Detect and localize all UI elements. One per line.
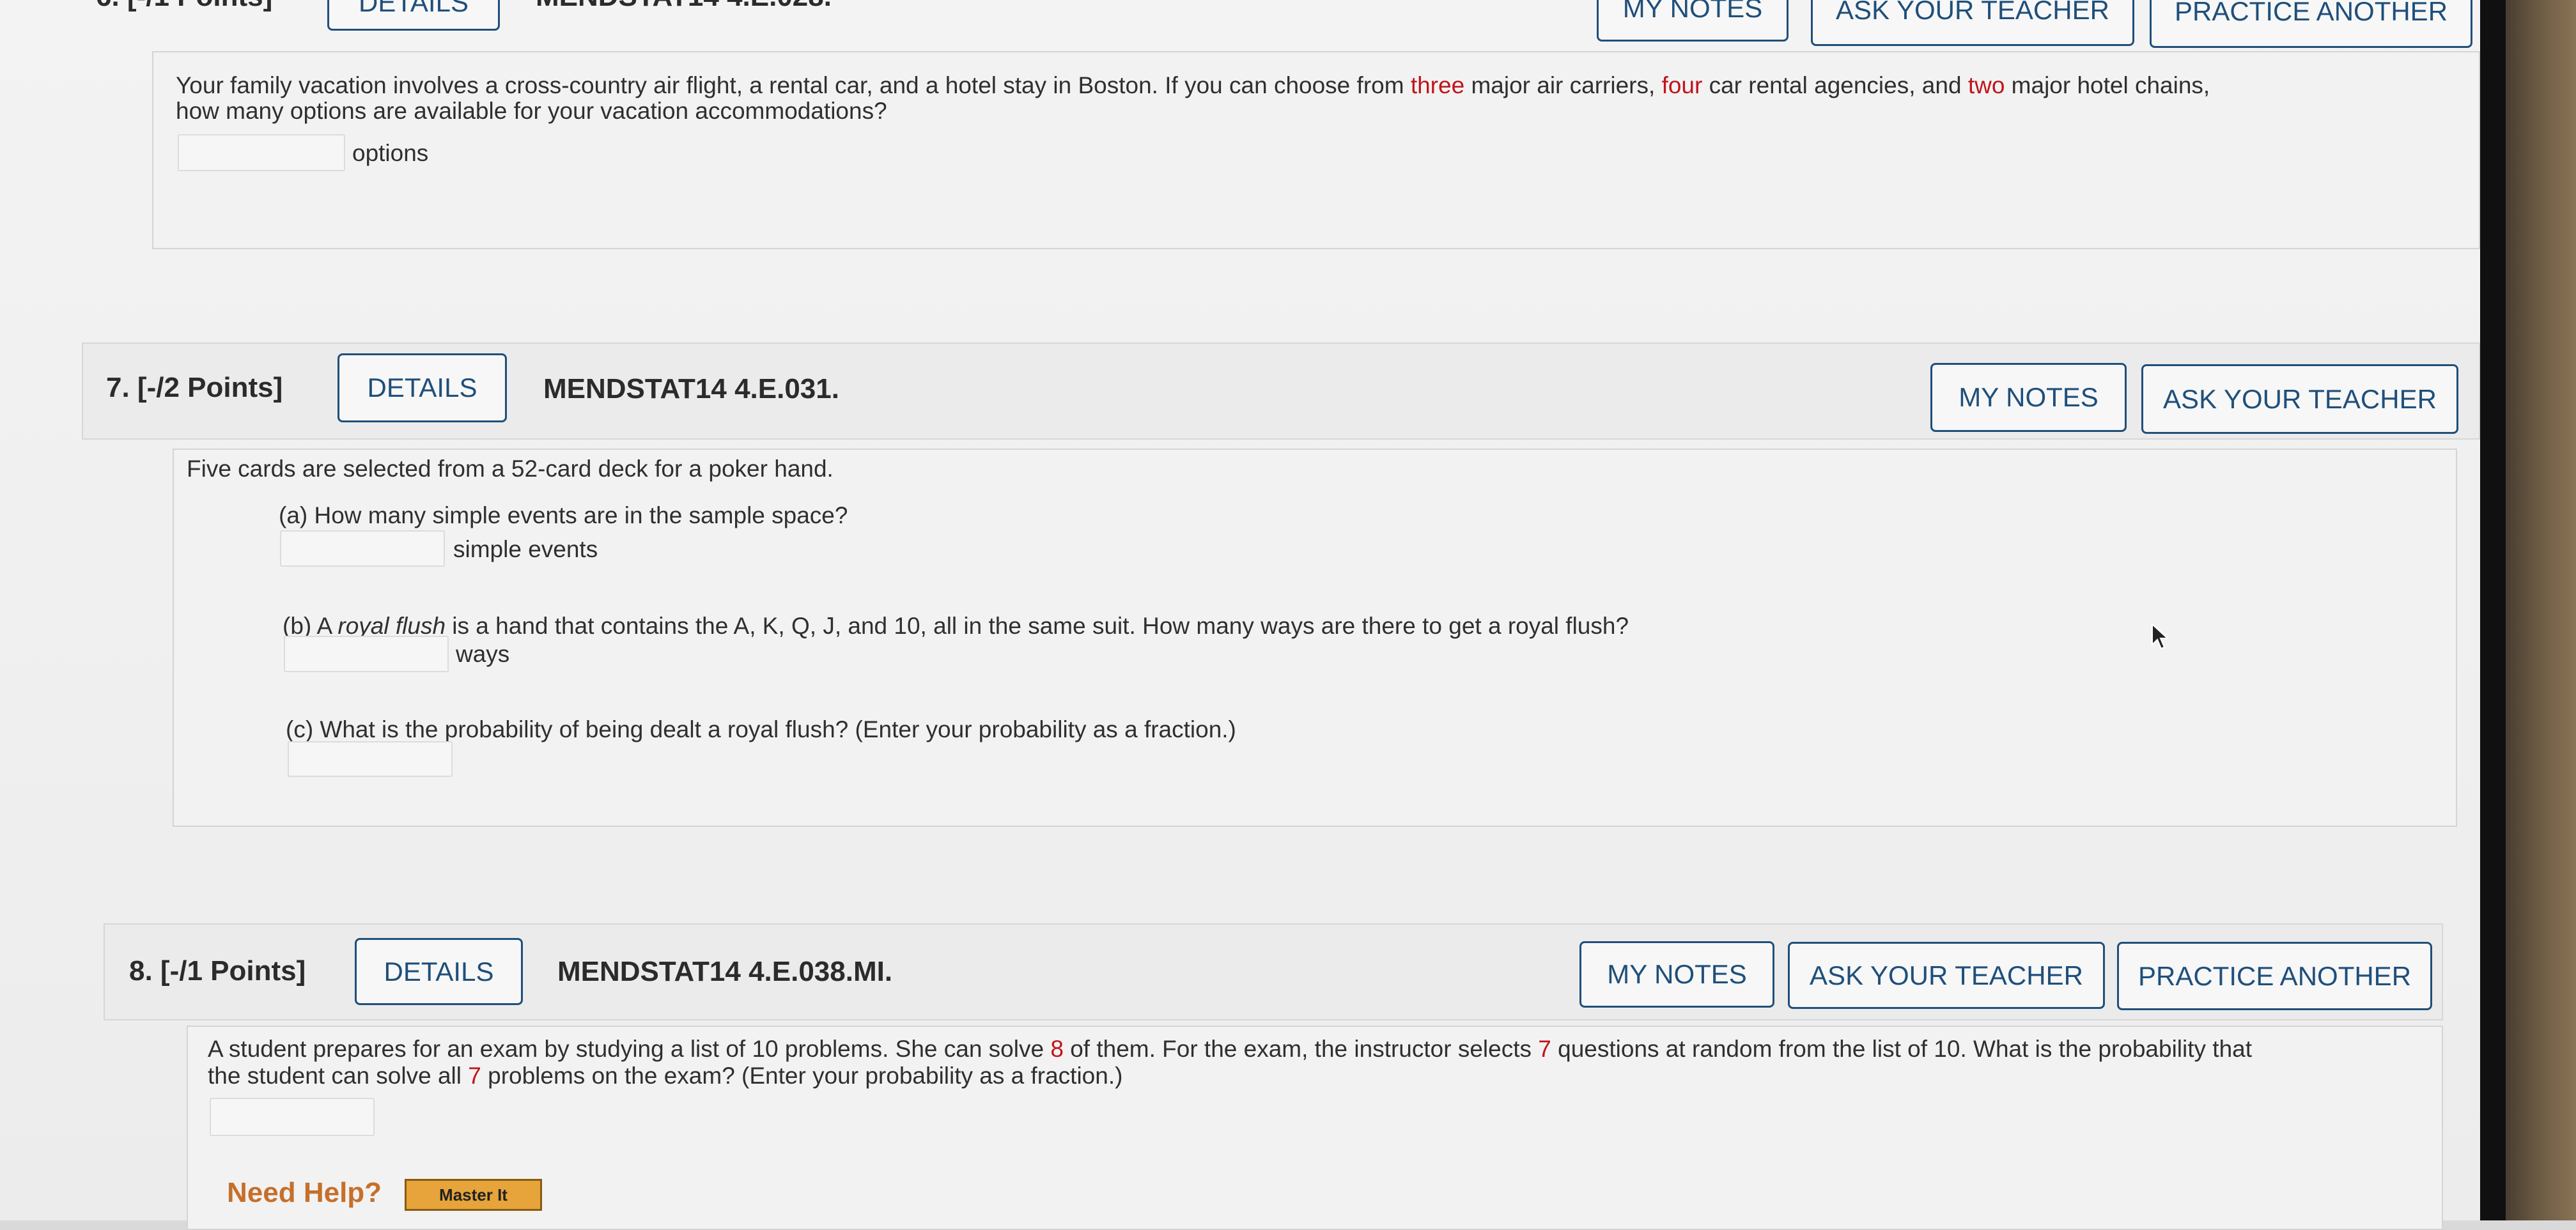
need-help-label: Need Help? (227, 1177, 382, 1208)
q6-points-label: 6. [-/1 Points] (96, 0, 272, 13)
q8-practice-another-button[interactable]: PRACTICE ANOTHER (2117, 942, 2432, 1010)
q7-intro-text: Five cards are selected from a 52-card d… (187, 456, 834, 482)
q6-question-code: MENDSTAT14 4.E.028. (536, 0, 832, 13)
q6-question-text-line2: how many options are available for your … (176, 98, 887, 124)
q7-my-notes-button[interactable]: MY NOTES (1930, 363, 2127, 432)
q6-my-notes-button[interactable]: MY NOTES (1597, 0, 1788, 42)
q8-question-text-line2: the student can solve all 7 problems on … (208, 1063, 1123, 1089)
q7-part-b-text: (b) A royal flush is a hand that contain… (283, 613, 1629, 639)
q8-question-code: MENDSTAT14 4.E.038.MI. (557, 956, 893, 987)
q7-details-button[interactable]: DETAILS (338, 353, 507, 422)
q6-practice-another-button[interactable]: PRACTICE ANOTHER (2150, 0, 2472, 48)
q7-part-b-input[interactable] (284, 636, 449, 672)
q6-details-button[interactable]: DETAILS (327, 0, 500, 31)
q7-part-b-unit: ways (456, 641, 510, 667)
q7-part-a-unit: simple events (453, 536, 598, 562)
q8-answer-input[interactable] (210, 1098, 375, 1136)
master-it-button[interactable]: Master It (405, 1179, 542, 1211)
q6-answer-unit: options (352, 140, 429, 166)
q7-part-a-input[interactable] (280, 530, 445, 567)
mouse-pointer-icon (2152, 623, 2169, 650)
q8-question-text-line1: A student prepares for an exam by studyi… (208, 1036, 2253, 1062)
browser-viewport: 6. [-/1 Points] DETAILS MENDSTAT14 4.E.0… (0, 0, 2512, 1230)
monitor-bezel-right (2480, 0, 2506, 1220)
q8-ask-teacher-button[interactable]: ASK YOUR TEACHER (1788, 942, 2105, 1009)
q6-question-text-line1: Your family vacation involves a cross-co… (176, 72, 2210, 98)
q6-answer-input[interactable] (178, 134, 345, 171)
q7-part-c-text: (c) What is the probability of being dea… (286, 716, 1236, 742)
q7-ask-teacher-button[interactable]: ASK YOUR TEACHER (2141, 364, 2458, 434)
q8-points-label: 8. [-/1 Points] (129, 955, 306, 987)
q7-points-label: 7. [-/2 Points] (106, 372, 283, 403)
q6-ask-teacher-button[interactable]: ASK YOUR TEACHER (1811, 0, 2134, 46)
q8-my-notes-button[interactable]: MY NOTES (1579, 941, 1774, 1008)
q7-part-c-input[interactable] (288, 741, 453, 777)
q7-part-a-text: (a) How many simple events are in the sa… (279, 502, 848, 528)
q7-question-code: MENDSTAT14 4.E.031. (543, 373, 839, 404)
q8-details-button[interactable]: DETAILS (355, 938, 523, 1005)
